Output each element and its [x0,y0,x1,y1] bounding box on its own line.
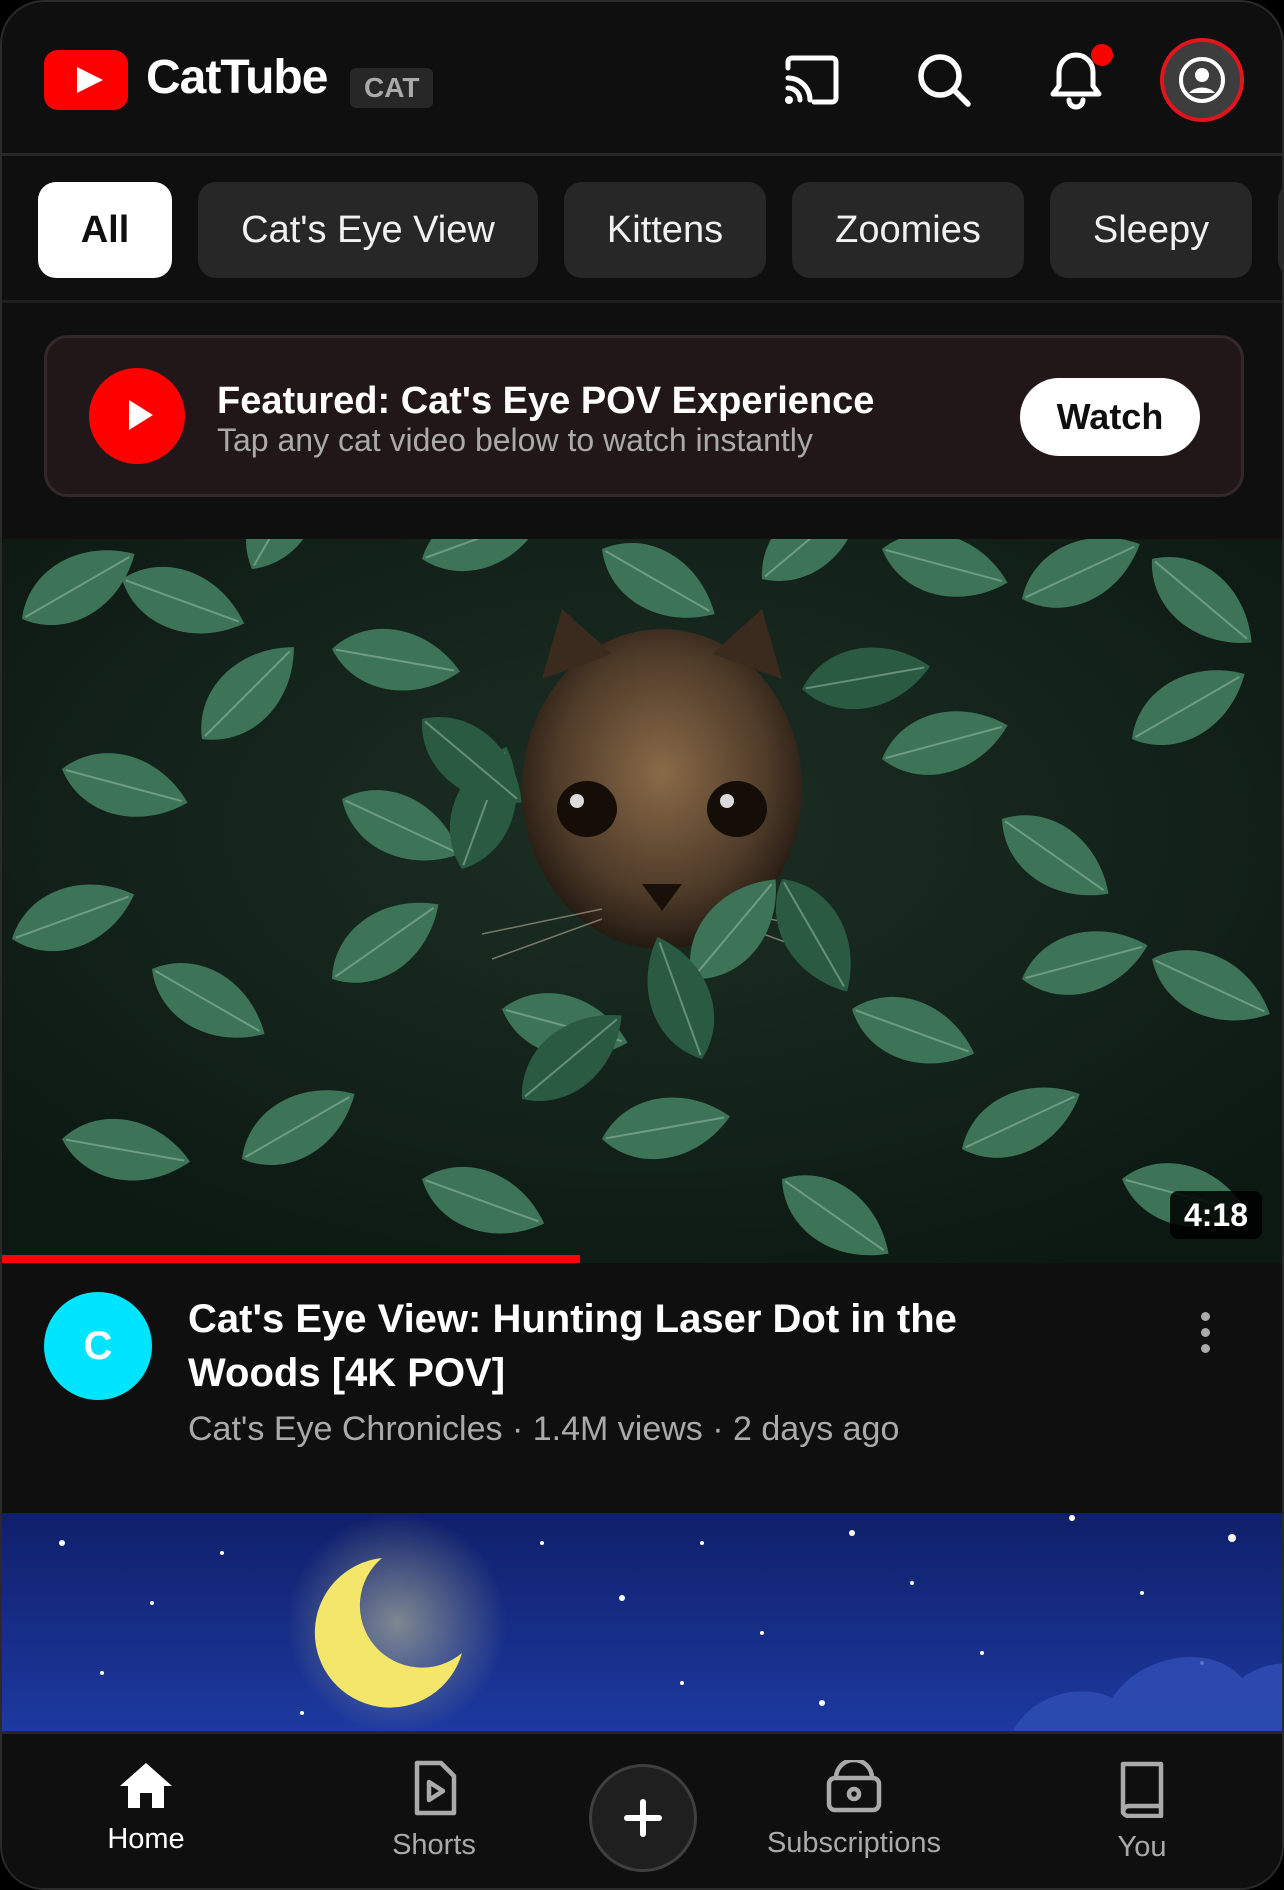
featured-title: Featured: Cat's Eye POV Experience [217,380,875,422]
nav-you[interactable]: You [1042,1760,1242,1864]
chip-all[interactable]: All [38,182,172,278]
top-app-bar: CatTube CAT [2,2,1282,156]
cattube-logo-icon[interactable] [44,50,128,110]
nav-subscriptions-label: Subscriptions [766,1827,942,1859]
brand-name: CatTube [146,51,328,104]
nav-you-label: You [1117,1831,1167,1863]
video-duration: 4:18 [1169,1191,1262,1239]
nav-home-label: Home [107,1823,185,1855]
notification-dot [1091,44,1113,66]
video-metadata: Cat's Eye Chronicles · 1.4M views · 2 da… [188,1410,899,1449]
chip-zoomies[interactable]: Zoomies [792,182,1024,278]
watch-button[interactable]: Watch [1020,378,1200,456]
home-icon [120,1763,172,1808]
create-button[interactable] [589,1764,697,1872]
account-icon [1179,57,1225,103]
app-screen: CatTube CAT All Cat's Eye View Kittens Z… [0,0,1284,1890]
chip-kittens[interactable]: Kittens [564,182,766,278]
view-count: 1.4M views [532,1410,703,1448]
nav-shorts[interactable]: Shorts [334,1760,534,1862]
meta-separator: · [511,1410,524,1448]
bottom-navigation: Home Shorts Subscriptions You [2,1731,1282,1888]
subscriptions-icon [826,1757,882,1813]
account-avatar-button[interactable] [1160,38,1244,122]
featured-banner[interactable]: Featured: Cat's Eye POV Experience Tap a… [44,335,1244,497]
chip-cats-eye-view[interactable]: Cat's Eye View [198,182,538,278]
video-thumbnail[interactable]: 4:18 [2,539,1282,1263]
featured-subtitle: Tap any cat video below to watch instant… [217,422,813,458]
meta-separator: · [712,1410,724,1448]
nav-subscriptions[interactable]: Subscriptions [754,1757,954,1860]
search-icon[interactable] [906,42,982,118]
cat-in-leaves-image [2,539,1282,1263]
library-icon [1120,1761,1164,1819]
channel-avatar[interactable]: C [44,1292,152,1400]
nav-shorts-label: Shorts [392,1829,476,1861]
night-sky-moon-image [2,1513,1282,1733]
plus-icon [624,1799,662,1837]
category-chips: All Cat's Eye View Kittens Zoomies Sleep… [2,159,1282,303]
more-options-icon[interactable] [1182,1302,1228,1362]
nav-home[interactable]: Home [46,1760,246,1856]
cast-icon[interactable] [774,42,850,118]
video-thumbnail-2[interactable] [2,1513,1282,1733]
shorts-icon [414,1760,457,1816]
video-title[interactable]: Cat's Eye View: Hunting Laser Dot in the… [188,1292,1048,1400]
watch-progress-bar [2,1255,580,1263]
play-icon [89,368,185,464]
upload-age: 2 days ago [733,1410,900,1448]
chip-partial[interactable] [1278,182,1282,278]
chip-sleepy[interactable]: Sleepy [1050,182,1252,278]
brand-badge: CAT [350,68,434,108]
channel-name[interactable]: Cat's Eye Chronicles [188,1410,503,1448]
